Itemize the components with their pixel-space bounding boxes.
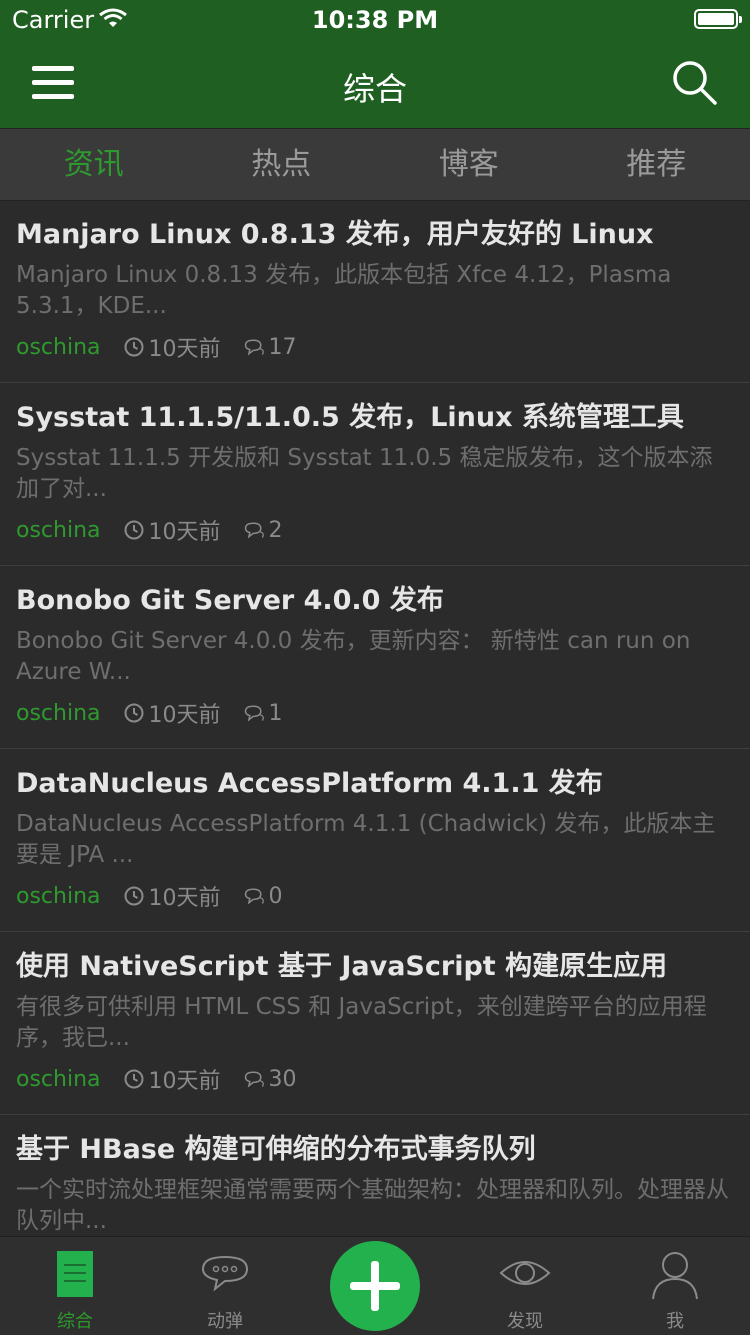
document-icon: [49, 1249, 101, 1301]
news-source: oschina: [16, 1067, 101, 1092]
news-title: Bonobo Git Server 4.0.0 发布: [16, 582, 734, 620]
clock: 10:38 PM: [0, 6, 750, 34]
news-time-text: 10天前: [149, 514, 221, 546]
news-meta: oschina 10天前 30: [16, 1064, 734, 1094]
tab-hot[interactable]: 热点: [188, 129, 376, 200]
news-title: Sysstat 11.1.5/11.0.5 发布，Linux 系统管理工具: [16, 399, 734, 437]
eye-icon: [499, 1249, 551, 1301]
clock-icon: [123, 702, 145, 724]
tabbar-item-tweets[interactable]: 动弹: [150, 1237, 300, 1335]
news-time: 10天前: [123, 697, 221, 729]
nav-bar: 综合: [0, 40, 750, 128]
news-summary: Manjaro Linux 0.8.13 发布，此版本包括 Xfce 4.12，…: [16, 260, 734, 322]
clock-icon: [123, 336, 145, 358]
news-comment-count: 1: [269, 701, 283, 726]
comment-icon: [243, 1068, 265, 1090]
news-comments: 17: [243, 335, 297, 360]
comment-icon: [243, 519, 265, 541]
news-item[interactable]: Sysstat 11.1.5/11.0.5 发布，Linux 系统管理工具 Sys…: [0, 383, 750, 566]
comment-icon: [243, 702, 265, 724]
news-comment-count: 0: [269, 884, 283, 909]
tabbar-label: 我: [600, 1307, 750, 1333]
news-source: oschina: [16, 701, 101, 726]
news-summary: 一个实时流处理框架通常需要两个基础架构：处理器和队列。处理器从队列中...: [16, 1175, 734, 1236]
news-title: DataNucleus AccessPlatform 4.1.1 发布: [16, 765, 734, 803]
news-list: Manjaro Linux 0.8.13 发布，用户友好的 Linux Manja…: [0, 200, 750, 1236]
news-meta: oschina 10天前 1: [16, 698, 734, 728]
tab-blog[interactable]: 博客: [375, 129, 563, 200]
news-time-text: 10天前: [149, 697, 221, 729]
news-meta: oschina 10天前 0: [16, 881, 734, 911]
clock-icon: [123, 1068, 145, 1090]
news-title: Manjaro Linux 0.8.13 发布，用户友好的 Linux: [16, 216, 734, 254]
news-meta: oschina 10天前 2: [16, 515, 734, 545]
news-time-text: 10天前: [149, 880, 221, 912]
news-source: oschina: [16, 518, 101, 543]
news-item[interactable]: DataNucleus AccessPlatform 4.1.1 发布 DataN…: [0, 749, 750, 932]
clock-icon: [123, 519, 145, 541]
tabbar-item-me[interactable]: 我: [600, 1237, 750, 1335]
news-comment-count: 30: [269, 1067, 297, 1092]
comment-icon: [243, 336, 265, 358]
tabbar-item-discover[interactable]: 发现: [450, 1237, 600, 1335]
status-bar: Carrier 10:38 PM: [0, 0, 750, 40]
news-source: oschina: [16, 335, 101, 360]
clock-icon: [123, 885, 145, 907]
news-summary: Bonobo Git Server 4.0.0 发布，更新内容： 新特性 can…: [16, 626, 734, 688]
comment-icon: [243, 885, 265, 907]
news-time: 10天前: [123, 880, 221, 912]
news-comment-count: 2: [269, 518, 283, 543]
tabbar-label: 动弹: [150, 1307, 300, 1333]
news-time: 10天前: [123, 331, 221, 363]
news-summary: Sysstat 11.1.5 开发版和 Sysstat 11.0.5 稳定版发布…: [16, 443, 734, 505]
plus-icon[interactable]: [330, 1241, 420, 1331]
tab-news[interactable]: 资讯: [0, 129, 188, 200]
news-comments: 1: [243, 701, 283, 726]
news-summary: DataNucleus AccessPlatform 4.1.1 (Chadwi…: [16, 809, 734, 871]
news-title: 基于 HBase 构建可伸缩的分布式事务队列: [16, 1131, 734, 1169]
news-source: oschina: [16, 884, 101, 909]
news-item[interactable]: Bonobo Git Server 4.0.0 发布 Bonobo Git Ser…: [0, 566, 750, 749]
tabbar-item-overview[interactable]: 综合: [0, 1237, 150, 1335]
tab-recommend[interactable]: 推荐: [563, 129, 750, 200]
news-item[interactable]: 使用 NativeScript 基于 JavaScript 构建原生应用有很多可…: [0, 932, 750, 1115]
tabbar-label: 发现: [450, 1307, 600, 1333]
news-summary: 有很多可供利用 HTML CSS 和 JavaScript，来创建跨平台的应用程…: [16, 992, 734, 1054]
news-time: 10天前: [123, 514, 221, 546]
battery-icon: [694, 9, 738, 29]
news-comments: 2: [243, 518, 283, 543]
bottom-tab-bar: 综合 动弹 发现 我: [0, 1236, 750, 1335]
news-comment-count: 17: [269, 335, 297, 360]
news-time-text: 10天前: [149, 1063, 221, 1095]
news-title: 使用 NativeScript 基于 JavaScript 构建原生应用: [16, 948, 734, 986]
news-time: 10天前: [123, 1063, 221, 1095]
news-meta: oschina 10天前 17: [16, 332, 734, 362]
page-title: 综合: [0, 64, 750, 110]
category-tabs: 资讯 热点 博客 推荐: [0, 128, 750, 201]
news-item[interactable]: Manjaro Linux 0.8.13 发布，用户友好的 Linux Manja…: [0, 200, 750, 383]
person-icon: [649, 1249, 701, 1301]
news-item[interactable]: 基于 HBase 构建可伸缩的分布式事务队列一个实时流处理框架通常需要两个基础架…: [0, 1115, 750, 1236]
search-icon[interactable]: [670, 58, 718, 106]
news-time-text: 10天前: [149, 331, 221, 363]
news-comments: 0: [243, 884, 283, 909]
tabbar-label: 综合: [0, 1307, 150, 1333]
chat-bubble-icon: [199, 1249, 251, 1301]
news-comments: 30: [243, 1067, 297, 1092]
